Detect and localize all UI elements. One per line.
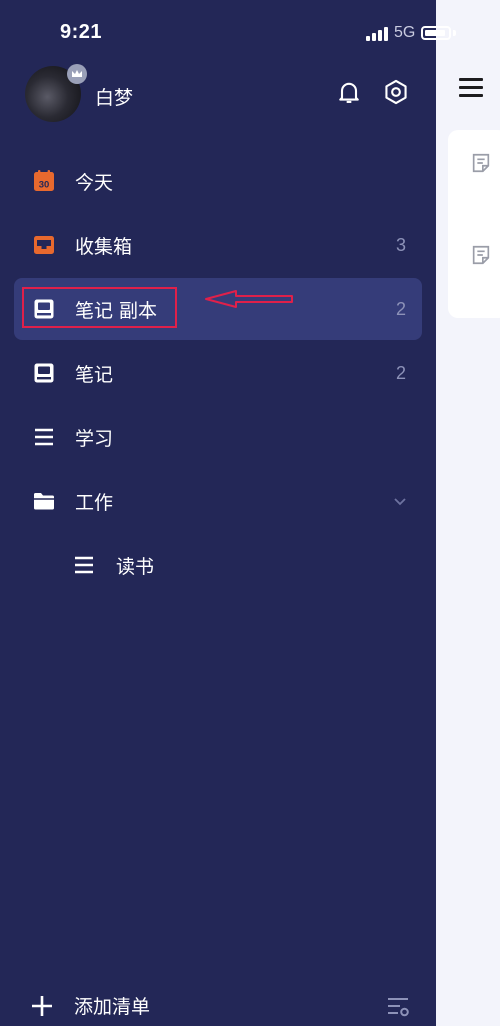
nav-label-reading: 读书 (116, 555, 155, 578)
nav-label-today: 今天 (75, 171, 114, 194)
side-drawer: 9:21 5G 白梦 30 今天 收集箱 3 笔记 副本 2 笔记 2 学习 工… (0, 0, 457, 1026)
list-settings-icon[interactable] (386, 996, 410, 1018)
hamburger-menu-icon[interactable] (459, 78, 483, 98)
notes-card[interactable] (448, 130, 500, 318)
list-icon (72, 553, 96, 577)
nav-item-reading[interactable]: 读书 (14, 534, 422, 596)
add-list-label: 添加清单 (74, 996, 151, 1018)
settings-icon[interactable] (382, 78, 410, 106)
annotation-arrow-icon (205, 290, 293, 308)
nav-label-work: 工作 (75, 491, 114, 514)
annotation-highlight-box (22, 287, 177, 328)
network-type: 5G (394, 24, 416, 41)
nav-label-inbox: 收集箱 (75, 235, 133, 258)
note-icon (472, 245, 490, 265)
battery-icon (421, 26, 452, 40)
calendar-day: 30 (39, 180, 50, 191)
chevron-down-icon[interactable] (392, 493, 408, 509)
nav-item-notes[interactable]: 笔记 2 (14, 342, 422, 404)
username[interactable]: 白梦 (95, 83, 133, 110)
avatar[interactable] (25, 64, 87, 122)
crown-icon (67, 64, 87, 84)
status-time: 9:21 (60, 21, 103, 43)
inbox-icon (32, 233, 56, 257)
note-icon (472, 153, 490, 173)
add-list-button[interactable]: 添加清单 (30, 992, 150, 1019)
nav-item-today[interactable]: 30 今天 (14, 150, 422, 212)
nav-item-study[interactable]: 学习 (14, 406, 422, 468)
plus-icon (32, 995, 52, 1016)
profile[interactable]: 白梦 (25, 64, 133, 122)
folder-icon (32, 489, 56, 513)
calendar-icon: 30 (32, 169, 56, 193)
list-icon (32, 425, 56, 449)
notebook-icon (32, 361, 56, 385)
nav-item-inbox[interactable]: 收集箱 3 (14, 214, 422, 276)
nav-count-notes: 2 (395, 362, 406, 383)
bell-icon[interactable] (335, 78, 363, 106)
nav-item-work[interactable]: 工作 (14, 470, 422, 532)
nav-count-inbox: 3 (395, 234, 406, 255)
nav-label-notes: 笔记 (75, 363, 114, 386)
signal-icon (366, 25, 388, 41)
nav-label-study: 学习 (75, 427, 114, 450)
nav-count-notes-copy: 2 (395, 298, 406, 319)
status-indicators: 5G (366, 24, 457, 42)
battery-nub (453, 30, 457, 36)
